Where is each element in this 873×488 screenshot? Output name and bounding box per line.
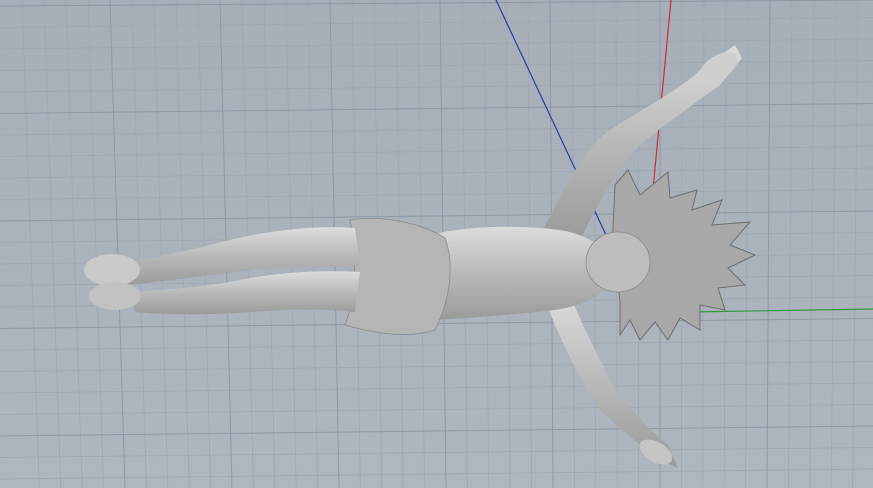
grid-major-line (0, 425, 873, 437)
grid-minor-line (0, 382, 873, 394)
grid-major-line (0, 103, 873, 114)
grid-minor-line (852, 0, 859, 488)
x-axis (689, 308, 873, 313)
grid-minor-line (0, 60, 873, 71)
grid-major-line (0, 0, 873, 7)
grid-minor-line (175, 0, 190, 488)
grid-minor-line (809, 0, 815, 488)
grid-minor-line (153, 0, 169, 488)
foot (89, 282, 141, 310)
grid-minor-line (0, 81, 873, 93)
grid-minor-line (65, 0, 83, 488)
grid-major-line (109, 0, 126, 488)
grid-minor-line (0, 124, 873, 136)
3d-viewport[interactable] (0, 0, 873, 488)
grid-minor-line (197, 0, 211, 488)
grid-minor-line (0, 447, 873, 458)
grid-minor-line (830, 0, 837, 488)
foot (84, 254, 140, 286)
grid-minor-line (87, 0, 104, 488)
grid-major-line (766, 0, 771, 488)
loincloth (344, 218, 451, 335)
grid-minor-line (0, 404, 873, 415)
grid-minor-line (0, 189, 873, 200)
grid-minor-line (0, 17, 873, 28)
grid-minor-line (0, 468, 873, 480)
head (585, 231, 651, 293)
viewport-canvas[interactable] (0, 0, 873, 488)
grid-minor-line (43, 0, 62, 488)
grid-minor-line (788, 0, 793, 488)
grid-minor-line (0, 167, 873, 179)
grid-minor-line (0, 361, 873, 372)
torso (430, 226, 615, 320)
grid-minor-line (745, 0, 749, 488)
grid-minor-line (21, 0, 40, 488)
grid-minor-line (0, 146, 873, 157)
grid-major-line (0, 210, 873, 222)
grid-minor-line (0, 38, 873, 50)
grid-minor-line (131, 0, 147, 488)
grid-minor-line (0, 339, 873, 351)
